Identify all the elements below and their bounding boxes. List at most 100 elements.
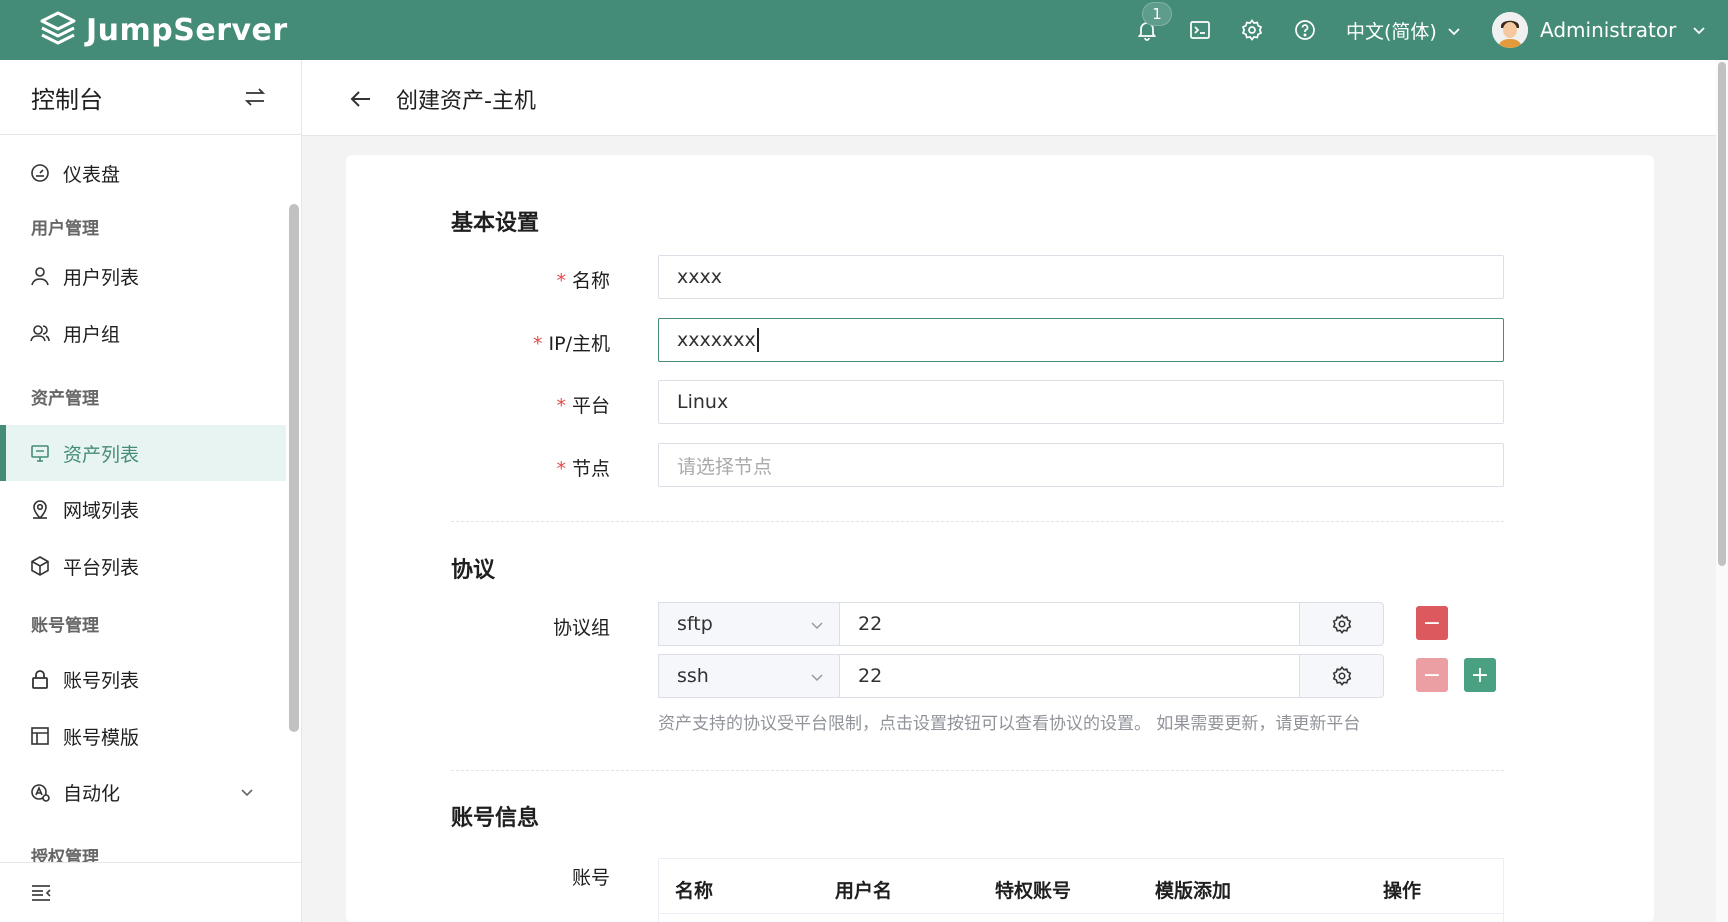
back-arrow-icon[interactable] bbox=[348, 86, 374, 112]
column-header-template: 模版添加 bbox=[1155, 880, 1232, 902]
language-selector[interactable]: 中文(简体) bbox=[1346, 17, 1463, 44]
node-select[interactable]: 请选择节点 bbox=[658, 443, 1504, 487]
protocol-select[interactable]: ssh bbox=[658, 654, 840, 698]
page-scrollbar[interactable] bbox=[1716, 60, 1728, 922]
protocol-row: sftp 22 bbox=[658, 602, 1384, 646]
asset-form-card: 基本设置 * 名称 xxxx * IP/主机 xxxxxxx * 平台 Linux *… bbox=[346, 155, 1654, 922]
monitor-icon bbox=[31, 445, 49, 462]
sidebar-item-user-list[interactable]: 用户列表 bbox=[0, 248, 286, 304]
sidebar-item-label: 账号列表 bbox=[63, 669, 140, 692]
sidebar-title: 控制台 bbox=[31, 85, 103, 114]
cube-icon bbox=[31, 556, 49, 576]
section-divider bbox=[451, 770, 1504, 771]
sidebar-header: 控制台 bbox=[0, 60, 301, 135]
sidebar-group-account-management: 账号管理 bbox=[31, 616, 99, 636]
user-icon bbox=[31, 267, 49, 286]
page-scrollbar-thumb[interactable] bbox=[1718, 62, 1726, 566]
protocol-port-input[interactable]: 22 bbox=[840, 602, 1300, 646]
column-header-actions: 操作 bbox=[1383, 880, 1422, 902]
protocol-help-text: 资产支持的协议受平台限制，点击设置按钮可以查看协议的设置。 如果需要更新，请更新… bbox=[658, 714, 1361, 734]
view-switch-icon[interactable] bbox=[242, 84, 268, 110]
sidebar-item-label: 网域列表 bbox=[63, 499, 140, 522]
platform-label: * 平台 bbox=[556, 395, 610, 417]
sidebar-item-label: 资产列表 bbox=[63, 443, 140, 466]
protocol-select[interactable]: sftp bbox=[658, 602, 840, 646]
account-label: 账号 bbox=[571, 867, 610, 889]
sidebar-group-user-management: 用户管理 bbox=[31, 219, 99, 239]
remove-protocol-button[interactable]: − bbox=[1416, 606, 1448, 640]
sidebar-group-asset-management: 资产管理 bbox=[31, 389, 99, 409]
chevron-down-icon bbox=[1448, 27, 1460, 35]
sidebar-footer bbox=[0, 862, 301, 922]
sidebar-scrollbar[interactable] bbox=[289, 204, 299, 732]
username: Administrator bbox=[1540, 18, 1677, 42]
automation-icon bbox=[31, 784, 50, 802]
chevron-down-icon bbox=[811, 674, 823, 682]
minus-icon: − bbox=[1422, 662, 1442, 688]
section-title-account: 账号信息 bbox=[451, 806, 540, 831]
settings-gear-icon[interactable] bbox=[1239, 17, 1265, 43]
user-group-icon bbox=[30, 325, 50, 342]
web-terminal-icon[interactable] bbox=[1187, 17, 1213, 43]
name-label: * 名称 bbox=[556, 270, 610, 292]
protocol-settings-button[interactable] bbox=[1300, 654, 1384, 698]
sidebar-item-domain-list[interactable]: 网域列表 bbox=[0, 481, 286, 537]
plus-icon: + bbox=[1470, 662, 1490, 688]
gear-icon bbox=[1332, 666, 1351, 686]
help-icon[interactable] bbox=[1292, 17, 1318, 43]
sidebar-item-label: 平台列表 bbox=[63, 556, 140, 579]
app-name: JumpServer bbox=[86, 12, 288, 48]
chevron-down-icon bbox=[241, 789, 253, 797]
column-header-name: 名称 bbox=[675, 880, 714, 902]
name-input[interactable]: xxxx bbox=[658, 255, 1504, 299]
account-table: 名称 用户名 特权账号 模版添加 操作 bbox=[658, 858, 1504, 922]
sidebar-item-user-group[interactable]: 用户组 bbox=[0, 305, 286, 361]
sidebar-item-label: 自动化 bbox=[63, 782, 121, 805]
chevron-down-icon bbox=[811, 622, 823, 630]
chevron-down-icon bbox=[1693, 27, 1705, 35]
collapse-menu-icon[interactable] bbox=[29, 881, 53, 905]
sidebar-item-label: 仪表盘 bbox=[63, 163, 121, 186]
protocol-row: ssh 22 bbox=[658, 654, 1384, 698]
lock-icon bbox=[32, 670, 48, 689]
address-input[interactable]: xxxxxxx bbox=[658, 318, 1504, 362]
page-title: 创建资产-主机 bbox=[396, 89, 536, 114]
sidebar-item-account-template[interactable]: 账号模版 bbox=[0, 708, 286, 764]
gear-icon bbox=[1332, 614, 1351, 634]
sidebar-item-dashboard[interactable]: 仪表盘 bbox=[0, 145, 286, 201]
section-title-protocol: 协议 bbox=[451, 558, 496, 583]
column-header-username: 用户名 bbox=[835, 880, 893, 902]
sidebar-group-permission-management: 授权管理 bbox=[31, 848, 99, 862]
location-pin-icon bbox=[33, 500, 47, 520]
minus-icon: − bbox=[1422, 610, 1442, 636]
node-label: * 节点 bbox=[556, 458, 610, 480]
protocol-group-label: 协议组 bbox=[552, 617, 610, 639]
sidebar-menu: 仪表盘 用户管理 用户列表 用户组 资产管理 资产列表 网域列表 平台列表 账号… bbox=[0, 135, 288, 862]
sidebar-item-label: 账号模版 bbox=[63, 726, 140, 749]
sidebar-item-automation[interactable]: 自动化 bbox=[0, 764, 286, 820]
section-title-basic: 基本设置 bbox=[451, 211, 540, 236]
sidebar-item-platform-list[interactable]: 平台列表 bbox=[0, 538, 286, 594]
user-menu[interactable]: Administrator bbox=[1492, 12, 1708, 48]
dashboard-icon bbox=[31, 164, 49, 182]
sidebar-item-account-list[interactable]: 账号列表 bbox=[0, 651, 286, 707]
table-header-divider bbox=[659, 913, 1503, 914]
sidebar-item-label: 用户列表 bbox=[63, 266, 140, 289]
notification-badge: 1 bbox=[1142, 2, 1172, 26]
remove-protocol-button-disabled: − bbox=[1416, 658, 1448, 692]
logo-icon bbox=[40, 11, 76, 45]
jumpserver-logo[interactable]: JumpServer bbox=[38, 10, 288, 50]
address-label: * IP/主机 bbox=[533, 333, 610, 355]
protocol-settings-button[interactable] bbox=[1300, 602, 1384, 646]
platform-field[interactable]: Linux bbox=[658, 380, 1504, 424]
section-divider bbox=[451, 521, 1504, 522]
protocol-port-input[interactable]: 22 bbox=[840, 654, 1300, 698]
template-icon bbox=[31, 727, 49, 745]
page-header: 创建资产-主机 bbox=[302, 60, 1728, 136]
top-navbar: JumpServer 1 中文(简体) Administrator bbox=[0, 0, 1728, 60]
sidebar-item-asset-list[interactable]: 资产列表 bbox=[0, 425, 286, 481]
language-label: 中文(简体) bbox=[1346, 21, 1437, 43]
sidebar-item-label: 用户组 bbox=[63, 323, 121, 346]
add-protocol-button[interactable]: + bbox=[1464, 658, 1496, 692]
sidebar: 控制台 仪表盘 用户管理 用户列表 用户组 资产管理 资产列表 网域列表 平台列… bbox=[0, 60, 302, 922]
